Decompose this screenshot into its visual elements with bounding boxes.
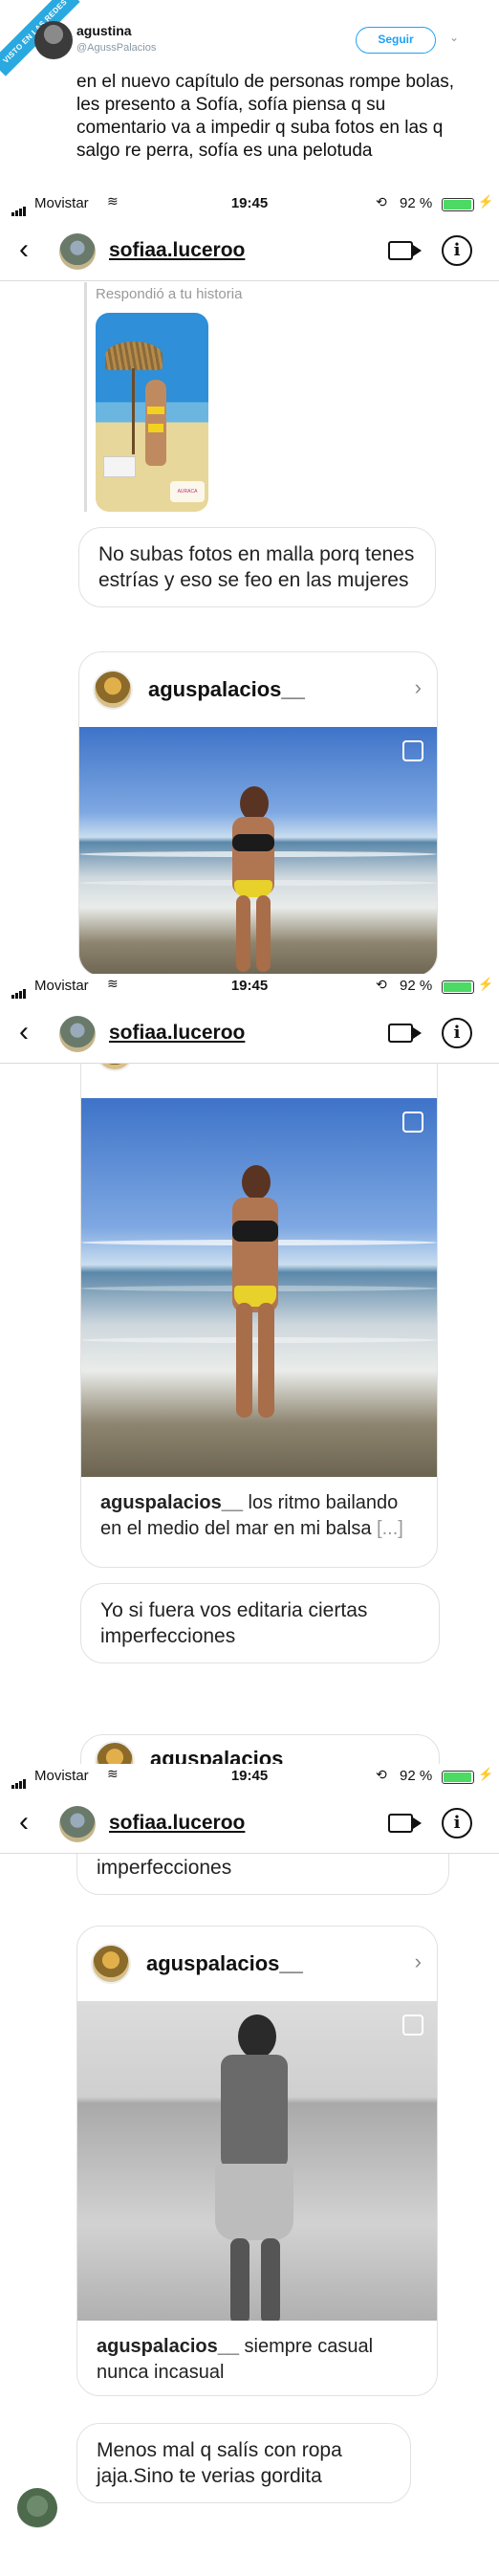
umbrella-shape: [105, 341, 163, 370]
status-bar: Movistar ≋ 19:45 ⟲ 92 % ⚡: [0, 191, 499, 216]
bikini-top: [232, 1221, 278, 1242]
select-checkbox[interactable]: [402, 1112, 423, 1133]
info-icon[interactable]: i: [442, 1018, 472, 1048]
shared-post-card-peek[interactable]: aguspalacios: [80, 1734, 440, 1764]
post-author[interactable]: aguspalacios__: [146, 1951, 303, 1976]
select-checkbox[interactable]: [402, 2015, 423, 2036]
chat-username[interactable]: sofiaa.luceroo: [109, 1022, 245, 1045]
beach-chair: [103, 456, 136, 477]
battery-percent: 92 %: [400, 978, 433, 994]
tweet-header: VISTO EN LAS REDES agustina @AgussPalaci…: [0, 0, 499, 191]
battery-percent: 92 %: [400, 195, 433, 211]
post-caption: aguspalacios__ los ritmo bailando en el …: [81, 1477, 437, 1557]
post-author-avatar[interactable]: [95, 1741, 135, 1764]
person-leg: [256, 895, 271, 972]
person-head: [238, 2015, 276, 2059]
bikini-bottom: [234, 880, 272, 897]
rotation-lock-icon: ⟲: [376, 977, 387, 992]
video-call-icon[interactable]: [388, 241, 422, 260]
battery-icon: [442, 980, 474, 994]
tweet-text: en el nuevo capítulo de personas rompe b…: [76, 72, 455, 161]
info-icon[interactable]: i: [442, 1808, 472, 1838]
story-thumbnail[interactable]: AURACA: [96, 313, 208, 512]
battery-fill: [444, 200, 472, 209]
tweet-avatar[interactable]: [34, 21, 73, 59]
chat-navbar: ‹ sofiaa.luceroo i: [0, 1002, 499, 1064]
shared-post-card[interactable]: aguspalacios__ ›: [78, 651, 438, 974]
battery-icon: [442, 1771, 474, 1784]
follow-button[interactable]: Seguir: [356, 27, 436, 54]
post-header: aguspalacios__ ›: [77, 1926, 437, 2001]
person-leg: [230, 2238, 250, 2321]
screenshot-1: Movistar ≋ 19:45 ⟲ 92 % ⚡ ‹ sofiaa.lucer…: [0, 191, 499, 974]
select-checkbox[interactable]: [402, 740, 423, 761]
person-torso: [221, 2055, 288, 2169]
tweet-author-name[interactable]: agustina: [76, 23, 132, 38]
reply-indicator-bar: [84, 282, 87, 512]
screenshot-3: Movistar ≋ 19:45 ⟲ 92 % ⚡ ‹ sofiaa.lucer…: [0, 1764, 499, 2576]
caption-author[interactable]: aguspalacios__: [97, 2336, 239, 2357]
bikini-top: [232, 834, 274, 851]
status-bar: Movistar ≋ 19:45 ⟲ 92 % ⚡: [0, 974, 499, 999]
post-photo[interactable]: [81, 1098, 437, 1477]
post-author[interactable]: aguspalacios: [150, 1747, 283, 1764]
post-header: aguspalacios__ ›: [79, 652, 437, 727]
charging-icon: ⚡: [478, 194, 494, 209]
back-chevron-icon[interactable]: ‹: [19, 1806, 29, 1838]
shared-post-card[interactable]: aguspalacios__ › aguspalacios__ siempre …: [76, 1926, 438, 2396]
caption-author[interactable]: aguspalacios__: [100, 1492, 243, 1513]
chat-navbar: ‹ sofiaa.luceroo i: [0, 220, 499, 281]
shared-post-card[interactable]: aguspalacios__ aguspalacios__ los ritmo …: [80, 1026, 438, 1568]
person-leg: [236, 1303, 252, 1418]
chevron-down-icon[interactable]: ⌄: [449, 31, 459, 44]
chevron-right-icon[interactable]: ›: [415, 1949, 422, 1974]
story-sticker: AURACA: [170, 481, 205, 502]
post-author-avatar[interactable]: [93, 670, 133, 710]
person-leg: [258, 1303, 274, 1418]
screenshot-2: Movistar ≋ 19:45 ⟲ 92 % ⚡ ‹ sofiaa.lucer…: [0, 974, 499, 1764]
caption-more-link[interactable]: [...]: [377, 1518, 403, 1539]
chat-avatar[interactable]: [59, 1806, 96, 1842]
tweet-author-handle[interactable]: @AgussPalacios: [76, 42, 156, 54]
charging-icon: ⚡: [478, 977, 494, 991]
battery-fill: [444, 982, 472, 992]
rotation-lock-icon: ⟲: [376, 1767, 387, 1782]
message-bubble[interactable]: No subas fotos en malla porq tenes estrí…: [78, 527, 436, 607]
post-author[interactable]: aguspalacios__: [148, 677, 305, 702]
chat-username[interactable]: sofiaa.luceroo: [109, 1812, 245, 1835]
chat-navbar: ‹ sofiaa.luceroo i: [0, 1793, 499, 1854]
umbrella-pole: [132, 368, 135, 454]
story-reply-label: Respondió a tu historia: [96, 286, 243, 302]
battery-percent: 92 %: [400, 1768, 433, 1784]
chevron-right-icon[interactable]: ›: [415, 675, 422, 700]
person-leg: [261, 2238, 280, 2321]
rotation-lock-icon: ⟲: [376, 194, 387, 209]
post-photo[interactable]: [79, 727, 437, 974]
battery-fill: [444, 1772, 472, 1782]
post-photo[interactable]: [77, 2001, 437, 2321]
chat-avatar[interactable]: [59, 1016, 96, 1052]
charging-icon: ⚡: [478, 1767, 494, 1781]
sender-avatar[interactable]: [17, 2488, 57, 2528]
post-caption: aguspalacios__ siempre casual nunca inca…: [77, 2321, 437, 2395]
message-bubble[interactable]: Yo si fuera vos editaria ciertas imperfe…: [80, 1583, 440, 1663]
person-figure: [145, 380, 166, 466]
message-bubble[interactable]: Menos mal q salís con ropa jaja.Sino te …: [76, 2423, 411, 2503]
chat-avatar[interactable]: [59, 233, 96, 270]
status-bar: Movistar ≋ 19:45 ⟲ 92 % ⚡: [0, 1764, 499, 1789]
person-head: [242, 1165, 271, 1200]
chat-username[interactable]: sofiaa.luceroo: [109, 239, 245, 262]
back-chevron-icon[interactable]: ‹: [19, 1016, 29, 1048]
battery-icon: [442, 198, 474, 211]
person-head: [240, 786, 269, 821]
info-icon[interactable]: i: [442, 235, 472, 266]
video-call-icon[interactable]: [388, 1814, 422, 1833]
video-call-icon[interactable]: [388, 1024, 422, 1043]
back-chevron-icon[interactable]: ‹: [19, 233, 29, 266]
person-skirt: [215, 2164, 293, 2240]
post-author-avatar[interactable]: [91, 1944, 131, 1984]
person-leg: [236, 895, 250, 972]
